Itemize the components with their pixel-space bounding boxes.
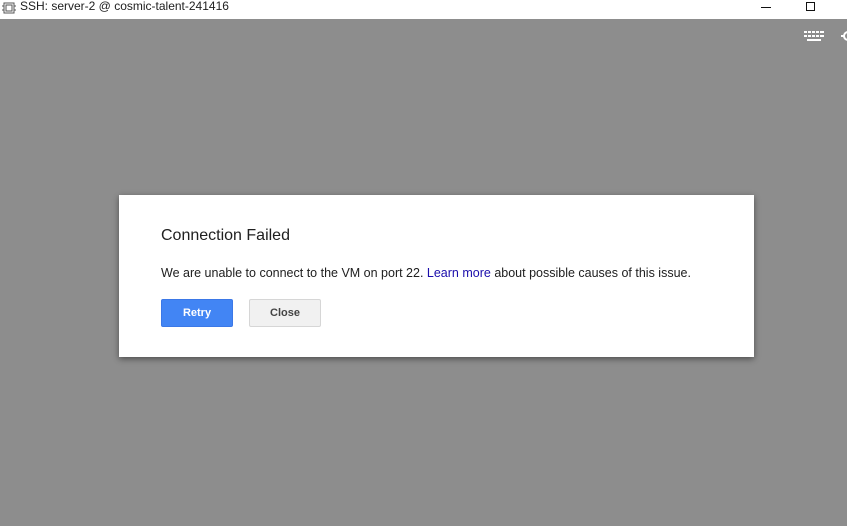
close-button[interactable]: Close [249, 299, 321, 327]
title-bar[interactable]: SSH: server-2 @ cosmic-talent-241416 [0, 0, 847, 19]
window-title: SSH: server-2 @ cosmic-talent-241416 [20, 0, 229, 13]
maximize-button[interactable] [790, 0, 830, 13]
ssh-window: SSH: server-2 @ cosmic-talent-241416 Con… [0, 0, 847, 526]
maximize-icon [805, 2, 815, 11]
retry-button[interactable]: Retry [161, 299, 233, 327]
dialog-title: Connection Failed [161, 227, 290, 244]
keyboard-icon[interactable] [803, 29, 826, 43]
learn-more-link[interactable]: Learn more [427, 266, 491, 280]
gear-icon[interactable] [841, 29, 847, 43]
minimize-icon [761, 7, 771, 8]
message-text-before: We are unable to connect to the VM on po… [161, 266, 427, 280]
dialog-message: We are unable to connect to the VM on po… [161, 266, 691, 280]
minimize-button[interactable] [746, 0, 786, 13]
connection-failed-dialog: Connection Failed We are unable to conne… [119, 195, 754, 357]
message-text-after: about possible causes of this issue. [490, 266, 691, 280]
app-icon [2, 1, 16, 15]
